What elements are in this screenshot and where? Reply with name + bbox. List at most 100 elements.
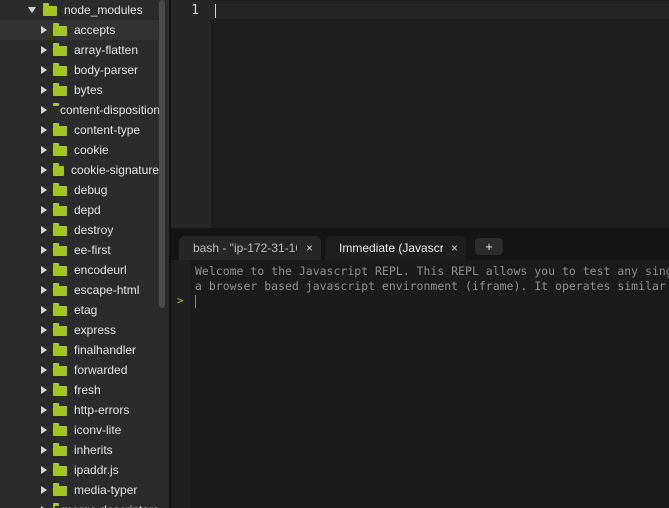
tree-item-label: escape-html [74, 283, 140, 297]
tree-item-label: depd [74, 203, 101, 217]
chevron-right-icon[interactable] [41, 226, 47, 234]
repl-console[interactable]: Welcome to the Javascript REPL. This REP… [171, 260, 669, 508]
tree-item-label: forwarded [74, 363, 128, 377]
folder-icon [53, 383, 67, 396]
chevron-right-icon[interactable] [41, 446, 47, 454]
chevron-right-icon[interactable] [41, 386, 47, 394]
console-output-line: a browser based javascript environment (… [195, 279, 669, 293]
folder-icon [53, 443, 67, 456]
close-icon[interactable]: × [451, 241, 458, 255]
chevron-right-icon[interactable] [41, 106, 47, 114]
tree-item[interactable]: http-errors [0, 400, 159, 420]
tree-item[interactable]: array-flatten [0, 40, 159, 60]
tree-item-label: array-flatten [74, 43, 139, 57]
chevron-right-icon[interactable] [41, 186, 47, 194]
tree-item-label: body-parser [74, 63, 139, 77]
folder-icon [53, 343, 67, 356]
chevron-right-icon[interactable] [41, 46, 47, 54]
chevron-right-icon[interactable] [41, 406, 47, 414]
chevron-right-icon[interactable] [41, 246, 47, 254]
tree-item[interactable]: media-typer [0, 480, 159, 500]
tab-immediate-javascript[interactable]: Immediate (Javascript) × [325, 236, 466, 260]
tree-item-label: fresh [74, 383, 101, 397]
tree-item[interactable]: iconv-lite [0, 420, 159, 440]
folder-icon [53, 423, 67, 436]
tree-item[interactable]: ee-first [0, 240, 159, 260]
tree-item[interactable]: encodeurl [0, 260, 159, 280]
prompt-icon: > [177, 294, 184, 307]
chevron-right-icon[interactable] [41, 126, 47, 134]
tree-item[interactable]: content-disposition [0, 100, 159, 120]
tree-item[interactable]: forwarded [0, 360, 159, 380]
folder-icon [53, 23, 67, 36]
tree-item-label: http-errors [74, 403, 130, 417]
tree-item[interactable]: cookie-signature [0, 160, 159, 180]
tree-item[interactable]: body-parser [0, 60, 159, 80]
tree-item-label: etag [74, 303, 98, 317]
tree-item[interactable]: express [0, 320, 159, 340]
chevron-down-icon[interactable] [28, 7, 36, 13]
folder-icon [53, 483, 67, 496]
tree-item[interactable]: merge-descriptors [0, 500, 159, 508]
tree-item-label: cookie [74, 143, 109, 157]
tree-item[interactable]: accepts [0, 20, 159, 40]
chevron-right-icon[interactable] [41, 326, 47, 334]
tree-item-label: node_modules [64, 3, 143, 17]
folder-icon [53, 463, 67, 476]
tree-item[interactable]: bytes [0, 80, 159, 100]
tree-item[interactable]: etag [0, 300, 159, 320]
tree-item[interactable]: content-type [0, 120, 159, 140]
tree-item-label: bytes [74, 83, 103, 97]
active-line-highlight [211, 1, 669, 19]
tree-item-label: ipaddr.js [74, 463, 119, 477]
tree-item-label: media-typer [74, 483, 138, 497]
chevron-right-icon[interactable] [41, 366, 47, 374]
chevron-right-icon[interactable] [41, 346, 47, 354]
tree-item-label: express [74, 323, 117, 337]
tree-item[interactable]: cookie [0, 140, 159, 160]
chevron-right-icon[interactable] [41, 466, 47, 474]
folder-icon [53, 63, 67, 76]
code-editor[interactable]: 1 [171, 0, 669, 230]
tree-item[interactable]: inherits [0, 440, 159, 460]
console-output-line: Welcome to the Javascript REPL. This REP… [195, 264, 669, 278]
chevron-right-icon[interactable] [41, 146, 47, 154]
close-icon[interactable]: × [306, 241, 313, 255]
console-cursor [195, 295, 196, 308]
panel-tab-bar: bash - "ip-172-31-16 × Immediate (Javasc… [171, 230, 669, 260]
tree-item-label: encodeurl [74, 263, 127, 277]
tab-label: bash - "ip-172-31-16 [193, 241, 297, 255]
tree-item[interactable]: escape-html [0, 280, 159, 300]
folder-icon [53, 83, 67, 96]
folder-icon [53, 123, 67, 136]
tree-item[interactable]: finalhandler [0, 340, 159, 360]
folder-icon [53, 183, 67, 196]
tree-item[interactable]: destroy [0, 220, 159, 240]
chevron-right-icon[interactable] [41, 286, 47, 294]
tree-item[interactable]: debug [0, 180, 159, 200]
folder-icon [53, 223, 67, 236]
tree-item-node-modules[interactable]: node_modules [0, 0, 159, 20]
chevron-right-icon[interactable] [41, 306, 47, 314]
tab-bash-terminal[interactable]: bash - "ip-172-31-16 × [179, 236, 321, 260]
editor-gutter: 1 [171, 0, 211, 230]
chevron-right-icon[interactable] [41, 266, 47, 274]
chevron-right-icon[interactable] [41, 66, 47, 74]
chevron-right-icon[interactable] [41, 206, 47, 214]
chevron-right-icon[interactable] [41, 26, 47, 34]
folder-icon [43, 3, 57, 16]
folder-icon [53, 263, 67, 276]
folder-icon [53, 323, 67, 336]
chevron-right-icon[interactable] [41, 426, 47, 434]
line-number: 1 [191, 3, 199, 18]
tree-item[interactable]: fresh [0, 380, 159, 400]
tree-item[interactable]: depd [0, 200, 159, 220]
tree-item[interactable]: ipaddr.js [0, 460, 159, 480]
chevron-right-icon[interactable] [41, 166, 47, 174]
folder-icon [53, 243, 67, 256]
file-tree-sidebar: node_modules accepts array-flatten body-pa… [0, 0, 169, 508]
chevron-right-icon[interactable] [41, 86, 47, 94]
add-tab-button[interactable]: + [475, 238, 503, 255]
chevron-right-icon[interactable] [41, 486, 47, 494]
sidebar-scrollbar[interactable] [159, 0, 165, 308]
